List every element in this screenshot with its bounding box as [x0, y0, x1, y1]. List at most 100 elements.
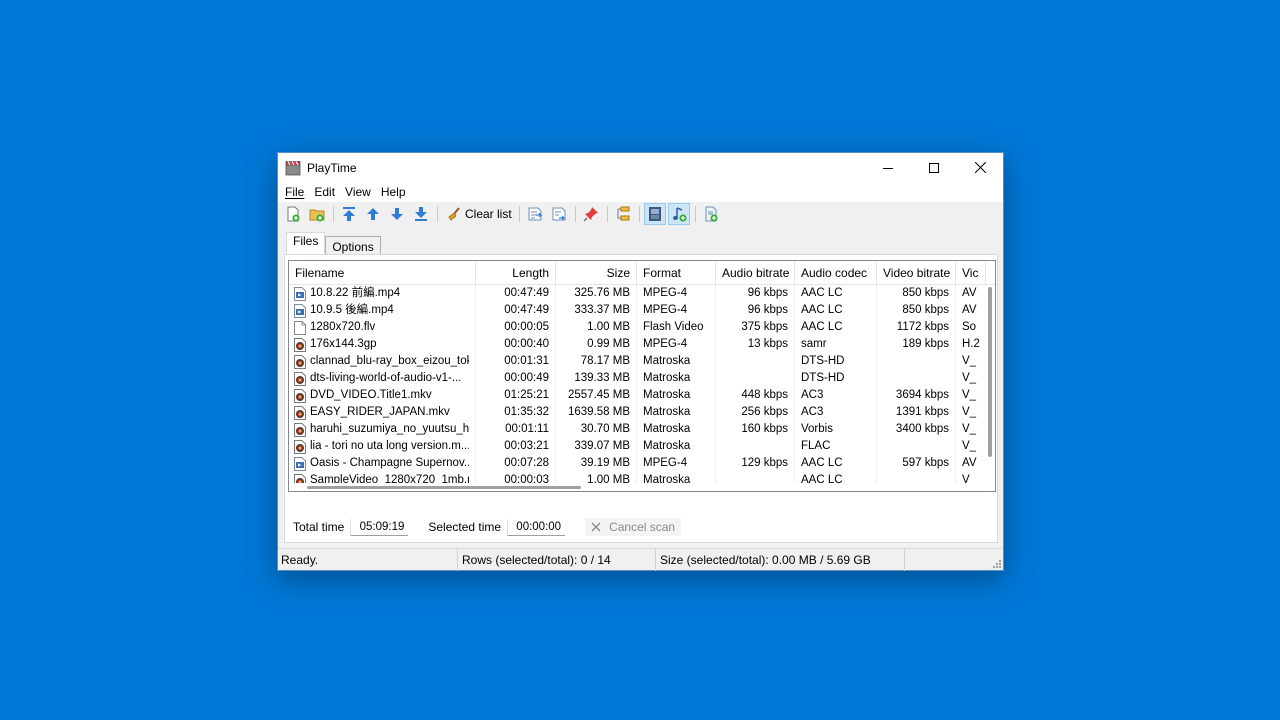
cell-audio-codec: samr — [795, 336, 877, 353]
column-length[interactable]: Length — [476, 261, 556, 285]
cell-audio-bitrate: 129 kbps — [716, 455, 795, 472]
title-bar[interactable]: PlayTime — [278, 153, 1003, 182]
filename-text: haruhi_suzumiya_no_yuutsu_har... — [310, 423, 469, 435]
filename-text: dts-living-world-of-audio-v1-... — [310, 372, 462, 384]
list-row[interactable]: dts-living-world-of-audio-v1-... 00:00:49… — [289, 370, 995, 387]
column-filename[interactable]: Filename — [289, 261, 476, 285]
cell-audio-codec: DTS-HD — [795, 370, 877, 387]
file-list[interactable]: Filename Length Size Format Audio bitrat… — [288, 260, 996, 492]
minimize-button[interactable] — [865, 153, 911, 182]
move-bottom-button[interactable] — [410, 203, 432, 225]
column-audio-codec[interactable]: Audio codec — [795, 261, 877, 285]
add-folder-button[interactable] — [306, 203, 328, 225]
status-empty — [905, 549, 999, 571]
add-info-button[interactable] — [700, 203, 722, 225]
horizontal-scroll-thumb[interactable] — [307, 486, 581, 489]
add-files-button[interactable] — [282, 203, 304, 225]
tab-options[interactable]: Options — [325, 236, 381, 255]
resize-grip-icon[interactable] — [992, 559, 1002, 569]
vertical-scroll-thumb[interactable] — [988, 287, 992, 457]
list-row[interactable]: lia - tori no uta long version.m... 00:03… — [289, 438, 995, 455]
cell-video-bitrate: 189 kbps — [877, 336, 956, 353]
minimize-icon — [883, 167, 893, 169]
menu-file[interactable]: File — [280, 185, 309, 199]
cell-video-bitrate — [877, 370, 956, 387]
pin-button[interactable] — [580, 203, 602, 225]
move-down-button[interactable] — [386, 203, 408, 225]
vertical-scrollbar[interactable] — [985, 285, 995, 491]
filename-text: Oasis - Champagne Supernov... — [310, 457, 469, 469]
cell-filename: 176x144.3gp — [289, 336, 476, 353]
cell-length: 00:00:40 — [476, 336, 556, 353]
toolbar-separator — [574, 206, 576, 222]
cell-format: MPEG-4 — [637, 336, 716, 353]
cell-format: Matroska — [637, 438, 716, 455]
cell-audio-bitrate: 96 kbps — [716, 302, 795, 319]
move-up-button[interactable] — [362, 203, 384, 225]
horizontal-scrollbar[interactable] — [289, 483, 987, 491]
list-row[interactable]: 176x144.3gp 00:00:40 0.99 MB MPEG-4 13 kbps s… — [289, 336, 995, 353]
cell-audio-codec: AC3 — [795, 404, 877, 421]
clear-list-label: Clear list — [465, 207, 512, 221]
list-row[interactable]: 10.8.22 前編.mp4 00:47:49 325.76 MB MPEG-4 96 … — [289, 285, 995, 302]
cell-format: MPEG-4 — [637, 455, 716, 472]
list-row[interactable]: clannad_blu-ray_box_eizou_tok... 00:01:31… — [289, 353, 995, 370]
column-size[interactable]: Size — [556, 261, 637, 285]
cell-video-bitrate: 850 kbps — [877, 302, 956, 319]
menu-help[interactable]: Help — [376, 185, 411, 199]
list-row[interactable]: Oasis - Champagne Supernov... 00:07:28 39.… — [289, 455, 995, 472]
cell-length: 00:07:28 — [476, 455, 556, 472]
cell-audio-codec: AAC LC — [795, 285, 877, 302]
arrow-top-icon — [343, 207, 355, 221]
video-file-icon — [294, 286, 306, 301]
toolbar-separator — [518, 206, 520, 222]
column-video-bitrate[interactable]: Video bitrate — [877, 261, 956, 285]
column-format[interactable]: Format — [637, 261, 716, 285]
cell-video-codec: V_ — [956, 438, 986, 455]
media-file-icon — [294, 422, 306, 437]
import-button[interactable] — [548, 203, 570, 225]
list-row[interactable]: haruhi_suzumiya_no_yuutsu_har... 00:01:11… — [289, 421, 995, 438]
list-row[interactable]: EASY_RIDER_JAPAN.mkv 01:35:32 1639.58 MB Ma… — [289, 404, 995, 421]
cell-format: Matroska — [637, 404, 716, 421]
filename-text: 1280x720.flv — [310, 321, 376, 333]
close-icon — [591, 522, 601, 532]
menu-view[interactable]: View — [340, 185, 376, 199]
export-button[interactable] — [524, 203, 546, 225]
menu-edit[interactable]: Edit — [309, 185, 340, 199]
cell-filename: clannad_blu-ray_box_eizou_tok... — [289, 353, 476, 370]
cell-filename: 1280x720.flv — [289, 319, 476, 336]
cell-size: 0.99 MB — [556, 336, 637, 353]
cell-length: 00:47:49 — [476, 285, 556, 302]
cell-length: 01:35:32 — [476, 404, 556, 421]
media-file-icon — [294, 388, 306, 403]
video-filter-toggle[interactable] — [643, 203, 666, 225]
cell-length: 00:01:31 — [476, 353, 556, 370]
cell-length: 00:01:11 — [476, 421, 556, 438]
audio-filter-toggle[interactable] — [667, 203, 690, 225]
tree-view-button[interactable] — [612, 203, 634, 225]
column-video-codec[interactable]: Vic — [956, 261, 986, 285]
cell-filename: EASY_RIDER_JAPAN.mkv — [289, 404, 476, 421]
list-row[interactable]: DVD_VIDEO.Title1.mkv 01:25:21 2557.45 MB Ma… — [289, 387, 995, 404]
maximize-button[interactable] — [911, 153, 957, 182]
add-file-icon — [287, 206, 300, 222]
cell-filename: DVD_VIDEO.Title1.mkv — [289, 387, 476, 404]
filename-text: clannad_blu-ray_box_eizou_tok... — [310, 355, 469, 367]
status-text: Ready. — [278, 548, 458, 571]
toolbar: Clear list — [278, 202, 1003, 226]
list-row[interactable]: 10.9.5 後編.mp4 00:47:49 333.37 MB MPEG-4 96 k… — [289, 302, 995, 319]
video-file-icon — [294, 303, 306, 318]
list-row[interactable]: 1280x720.flv 00:00:05 1.00 MB Flash Video 37… — [289, 319, 995, 336]
cell-audio-bitrate — [716, 438, 795, 455]
column-audio-bitrate[interactable]: Audio bitrate — [716, 261, 795, 285]
tab-files[interactable]: Files — [286, 232, 326, 254]
cell-audio-bitrate — [716, 370, 795, 387]
menu-file-label: File — [285, 185, 305, 199]
clear-list-button[interactable]: Clear list — [442, 203, 516, 225]
cell-video-codec: H.2 — [956, 336, 986, 353]
move-top-button[interactable] — [338, 203, 360, 225]
close-button[interactable] — [957, 153, 1003, 182]
cell-length: 00:47:49 — [476, 302, 556, 319]
cancel-scan-button[interactable]: Cancel scan — [585, 518, 682, 536]
